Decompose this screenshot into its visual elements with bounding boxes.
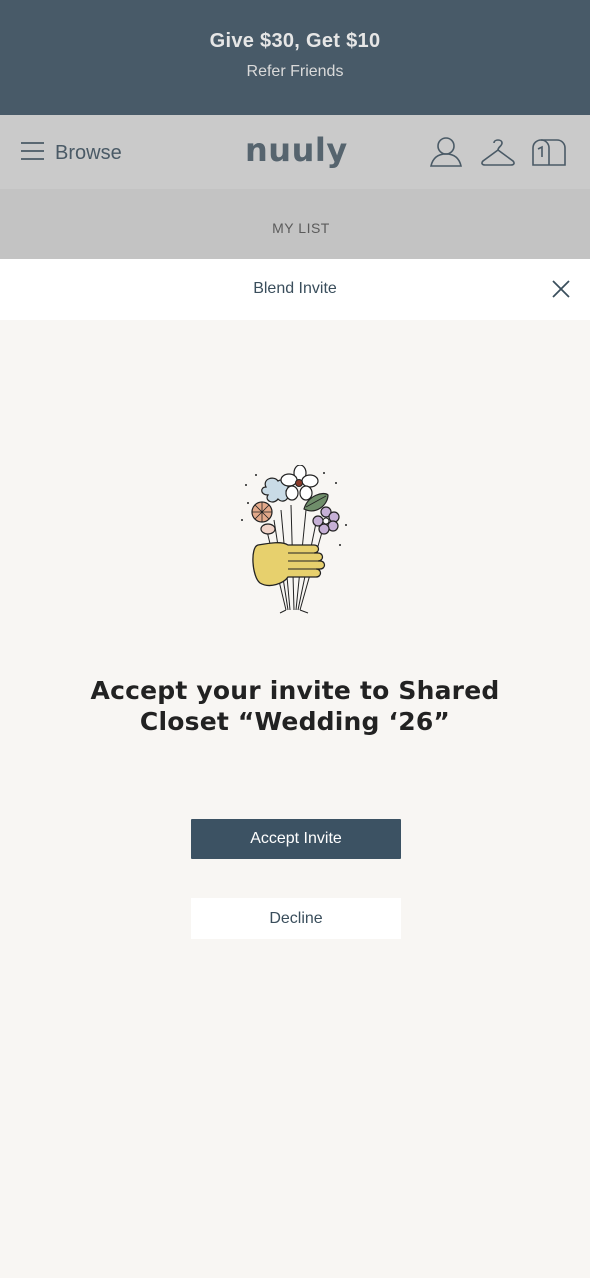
nuuly-logo[interactable]: nuuly <box>245 131 348 169</box>
close-icon[interactable] <box>550 278 572 300</box>
menu-icon <box>20 141 45 166</box>
browse-button[interactable]: Browse <box>20 139 122 167</box>
accept-invite-button[interactable]: Accept Invite <box>191 819 401 859</box>
promo-title: Give $30, Get $10 <box>209 30 381 52</box>
bouquet-illustration <box>236 464 354 620</box>
decline-button[interactable]: Decline <box>191 898 401 939</box>
promo-banner[interactable]: Give $30, Get $10 Refer Friends <box>0 0 590 115</box>
hanger-icon[interactable] <box>480 136 516 173</box>
box-icon[interactable] <box>531 136 567 173</box>
account-icon[interactable] <box>429 136 463 173</box>
subnav: MY LIST <box>0 189 590 259</box>
modal-title: Blend Invite <box>253 280 337 297</box>
invite-heading: Accept your invite to Shared Closet “Wed… <box>90 676 500 736</box>
browse-label: Browse <box>55 141 122 164</box>
site-header: Browse nuuly <box>0 115 590 189</box>
modal-header: Blend Invite <box>0 259 590 320</box>
refer-friends-link[interactable]: Refer Friends <box>0 63 590 81</box>
my-list-link[interactable]: MY LIST <box>0 220 590 236</box>
invite-content: Accept your invite to Shared Closet “Wed… <box>0 320 590 1278</box>
